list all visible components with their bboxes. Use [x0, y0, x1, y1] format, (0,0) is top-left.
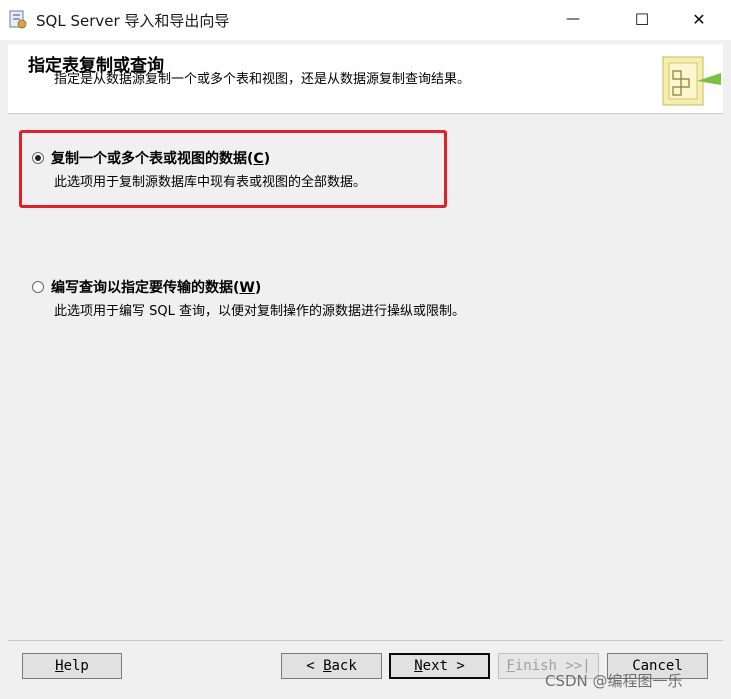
footer-divider — [8, 640, 723, 641]
wizard-folder-icon — [662, 56, 721, 106]
maximize-button[interactable]: ☐ — [619, 0, 665, 38]
page-subtitle: 指定是从数据源复制一个或多个表和视图，还是从数据源复制查询结果。 — [54, 72, 471, 87]
help-button[interactable]: Help — [22, 653, 122, 679]
write-query-radio[interactable] — [32, 281, 44, 293]
back-button[interactable]: < Back — [281, 653, 382, 679]
maximize-icon: ☐ — [634, 9, 650, 29]
minimize-button[interactable]: — — [550, 0, 596, 38]
wizard-header: 指定表复制或查询 指定是从数据源复制一个或多个表和视图，还是从数据源复制查询结果… — [8, 44, 723, 114]
title-bar: SQL Server 导入和导出向导 — ☐ ✕ — [0, 0, 731, 40]
close-button[interactable]: ✕ — [676, 0, 722, 38]
next-button[interactable]: Next > — [389, 653, 490, 679]
header-divider — [8, 113, 723, 114]
app-icon — [9, 10, 27, 29]
highlight-annotation — [19, 130, 447, 208]
write-query-option-label[interactable]: 编写查询以指定要传输的数据(W) — [51, 277, 261, 297]
watermark-text: CSDN @编程图一乐 — [545, 672, 683, 690]
minimize-icon: — — [566, 11, 580, 27]
window-title: SQL Server 导入和导出向导 — [36, 12, 230, 30]
write-query-description: 此选项用于编写 SQL 查询，以便对复制操作的源数据进行操纵或限制。 — [54, 304, 465, 319]
close-icon: ✕ — [692, 9, 706, 29]
